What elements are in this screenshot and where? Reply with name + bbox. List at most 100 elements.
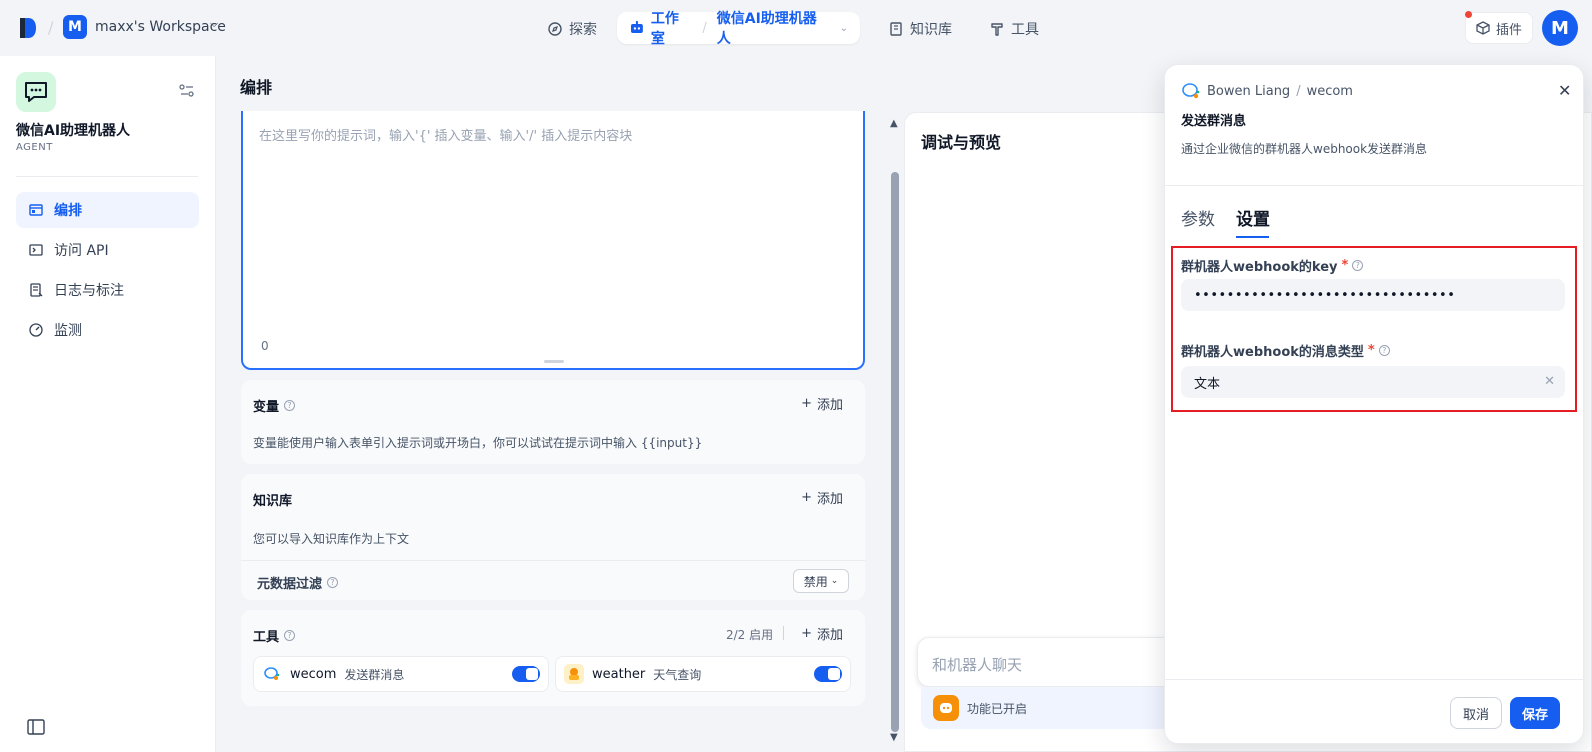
help-icon[interactable]: ?	[284, 630, 296, 641]
gauge-icon	[29, 323, 43, 337]
top-navigation-bar: / M maxx's Workspace ⌵ 探索 工作室 / 微信AI助理机器…	[0, 0, 1592, 56]
webhook-key-label-text: 群机器人webhook的key	[1181, 260, 1338, 275]
nav-tools[interactable]: 工具	[989, 14, 1039, 44]
terminal-icon	[29, 244, 43, 256]
webhook-key-label: 群机器人webhook的key * ?	[1181, 256, 1364, 275]
active-tab-indicator	[1236, 236, 1269, 238]
weather-icon	[564, 664, 584, 684]
tool-settings-drawer: Bowen Liang / wecom ✕ 发送群消息 通过企业微信的群机器人w…	[1164, 64, 1584, 744]
feature-icon	[933, 695, 959, 721]
debug-title: 调试与预览	[921, 133, 1002, 152]
resize-handle[interactable]	[544, 360, 564, 363]
notification-dot	[1465, 11, 1472, 18]
tools-enabled-count: 2/2 启用	[726, 628, 774, 642]
tab-parameters[interactable]: 参数	[1181, 205, 1215, 230]
sliders-icon[interactable]	[178, 82, 196, 100]
drawer-breadcrumb: Bowen Liang / wecom	[1181, 81, 1353, 101]
chevron-down-icon: ⌄	[830, 576, 839, 586]
variables-title: 变量 ?	[253, 396, 296, 415]
chevron-down-icon[interactable]: ⌄	[840, 23, 848, 34]
divider	[1165, 185, 1583, 186]
clear-icon[interactable]: ✕	[1544, 374, 1555, 389]
tools-card: 工具 ? 2/2 启用 + 添加 wecom 发送群消息 weather 天气查…	[241, 610, 865, 706]
chat-placeholder: 和机器人聊天	[932, 656, 1023, 674]
app-sidebar: 微信AI助理机器人 AGENT 编排 访问 API 日志与标注 监测	[0, 56, 216, 752]
chat-bubble-icon	[25, 82, 47, 102]
add-knowledge-button[interactable]: + 添加	[801, 488, 843, 507]
metadata-filter-text: 元数据过滤	[257, 577, 323, 592]
sidebar-item-label: 监测	[54, 323, 82, 339]
sidebar-item-logs[interactable]: 日志与标注	[16, 272, 199, 308]
sidebar-item-monitor[interactable]: 监测	[16, 312, 199, 348]
compass-icon	[548, 22, 562, 36]
webhook-key-value: ••••••••••••••••••••••••••••••••	[1194, 287, 1456, 303]
sidebar-item-orchestrate[interactable]: 编排	[16, 192, 199, 228]
message-type-value: 文本	[1194, 376, 1221, 392]
help-icon[interactable]: ?	[284, 400, 296, 411]
tool-item-weather[interactable]: weather 天气查询	[555, 656, 851, 692]
scrollbar-thumb[interactable]	[891, 172, 899, 732]
sidebar-collapse-icon[interactable]	[27, 719, 45, 735]
help-icon[interactable]: ?	[1352, 260, 1364, 271]
page-title: 编排	[240, 78, 273, 97]
tool-author: Bowen Liang	[1207, 83, 1291, 99]
nav-separator: /	[702, 20, 707, 36]
plugins-label: 插件	[1495, 22, 1522, 38]
workspace-name[interactable]: maxx's Workspace	[95, 19, 226, 35]
add-variable-button[interactable]: + 添加	[801, 394, 843, 413]
message-type-select[interactable]: 文本 ✕	[1181, 366, 1565, 398]
tab-settings[interactable]: 设置	[1236, 205, 1270, 230]
metadata-filter-row: 元数据过滤 ? 禁用 ⌄	[241, 560, 865, 600]
tool-toggle[interactable]	[512, 666, 540, 682]
add-label: 添加	[816, 492, 843, 507]
user-avatar[interactable]: M	[1542, 10, 1578, 46]
nav-knowledge[interactable]: 知识库	[888, 14, 952, 44]
robot-icon	[630, 21, 643, 33]
nav-studio-label: 工作室	[650, 11, 679, 47]
required-asterisk: *	[1367, 343, 1375, 358]
help-icon[interactable]: ?	[327, 577, 339, 588]
divider	[16, 176, 198, 177]
hammer-icon	[991, 23, 1003, 36]
sidebar-item-api[interactable]: 访问 API	[16, 232, 199, 268]
prompt-char-count: 0	[261, 339, 269, 353]
scroll-up-arrow[interactable]: ▲	[890, 118, 898, 129]
add-label: 添加	[816, 628, 843, 643]
nav-app-name[interactable]: 微信AI助理机器人	[717, 8, 830, 48]
prompt-editor[interactable]: 在这里写你的提示词，输入'{' 插入变量、输入'/' 插入提示内容块 0	[241, 111, 865, 370]
dify-logo-icon[interactable]	[18, 16, 38, 40]
message-type-label: 群机器人webhook的消息类型 * ?	[1181, 341, 1390, 360]
tool-name: weather	[592, 666, 646, 682]
cancel-button[interactable]: 取消	[1450, 697, 1502, 729]
knowledge-description: 您可以导入知识库作为上下文	[253, 532, 410, 546]
plugins-button[interactable]: 插件	[1465, 12, 1533, 44]
tool-item-wecom[interactable]: wecom 发送群消息	[253, 656, 549, 692]
webhook-key-input[interactable]: ••••••••••••••••••••••••••••••••	[1181, 279, 1565, 311]
nav-knowledge-label: 知识库	[910, 22, 952, 38]
workspace-avatar[interactable]: M	[63, 15, 87, 39]
scroll-down-arrow[interactable]: ▼	[890, 732, 898, 743]
plus-icon: +	[801, 396, 812, 411]
chevron-down-icon[interactable]: ⌵	[210, 17, 218, 31]
breadcrumb-separator: /	[48, 18, 54, 37]
tool-toggle[interactable]	[814, 666, 842, 682]
add-tool-button[interactable]: + 添加	[801, 624, 843, 643]
nav-explore-label: 探索	[569, 22, 597, 38]
tool-description: 发送群消息	[344, 667, 405, 682]
help-icon[interactable]: ?	[1378, 345, 1390, 356]
variables-description: 变量能使用户输入表单引入提示词或开场白，你可以试试在提示词中输入 {{input…	[253, 436, 703, 450]
metadata-filter-select[interactable]: 禁用 ⌄	[793, 569, 849, 593]
feature-status-label: 功能已开启	[967, 701, 1028, 716]
save-button[interactable]: 保存	[1510, 697, 1560, 729]
sidebar-item-label: 访问 API	[54, 243, 109, 259]
metadata-filter-value: 禁用	[803, 574, 828, 589]
message-type-label-text: 群机器人webhook的消息类型	[1181, 345, 1364, 360]
nav-studio[interactable]: 工作室 / 微信AI助理机器人 ⌄	[617, 11, 860, 47]
nav-explore[interactable]: 探索	[547, 14, 597, 44]
variables-title-text: 变量	[253, 400, 280, 415]
tool-description: 天气查询	[653, 667, 702, 682]
tools-title-text: 工具	[253, 630, 280, 645]
close-icon[interactable]: ✕	[1558, 81, 1571, 100]
book-icon	[890, 22, 902, 36]
breadcrumb-separator: /	[1296, 83, 1301, 99]
